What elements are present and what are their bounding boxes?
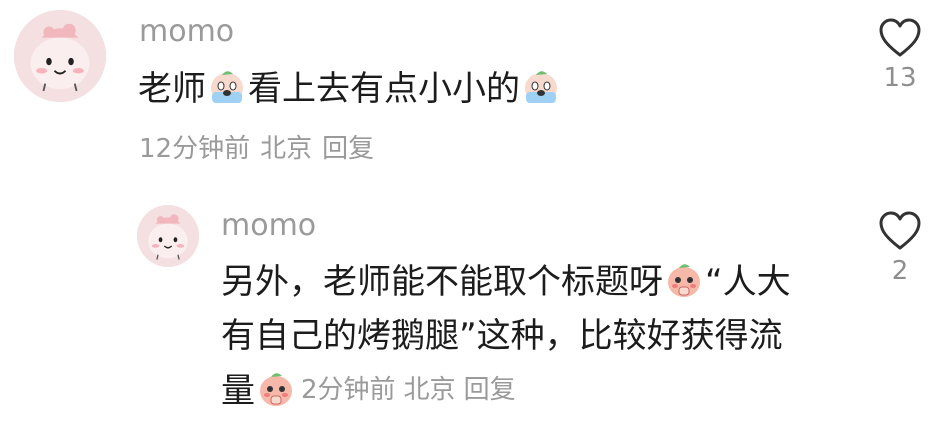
reply-text-part: 量 [221, 371, 255, 411]
crying-face-emoji-icon [207, 66, 247, 106]
avatar[interactable] [14, 10, 106, 102]
comment-text: 老师 看上去有点小小的 [138, 62, 562, 116]
like-button[interactable]: 2 [870, 210, 930, 284]
reply-text-line: 有自己的烤鹅腿”这种，比较好获得流 [221, 316, 783, 356]
heart-outline-icon [879, 18, 921, 57]
reply-text-part: 另外，老师能不能取个标题呀 [221, 262, 663, 302]
reply-text: 另外，老师能不能取个标题呀 “人大 有自己的烤鹅腿”这种，比较好获得流 量 2分… [221, 255, 841, 418]
comment-text-part: 老师 [138, 69, 206, 109]
like-button[interactable]: 13 [870, 17, 930, 91]
cartoon-peach-avatar-icon [137, 205, 199, 267]
avatar[interactable] [137, 205, 199, 267]
reply-button[interactable]: 回复 [322, 134, 374, 164]
comment-text-part: 看上去有点小小的 [248, 69, 520, 109]
crying-face-emoji-icon [521, 66, 561, 106]
comment-time: 12分钟前 [139, 134, 251, 164]
reply-username[interactable]: momo [221, 211, 316, 241]
reply-meta: 2分钟前 北京 回复 [301, 375, 524, 405]
reply-text-part: “人大 [705, 262, 791, 302]
like-count: 13 [883, 63, 917, 93]
like-count: 2 [891, 256, 909, 286]
reply-text-line: 另外，老师能不能取个标题呀 “人大 [221, 255, 841, 309]
reply-button[interactable]: 回复 [464, 375, 516, 405]
comment-username[interactable]: momo [139, 17, 234, 47]
comment-location: 北京 [260, 134, 313, 164]
comment-meta: 12分钟前 北京 回复 [139, 136, 384, 162]
pleading-peach-emoji-icon [664, 259, 704, 299]
heart-outline-icon [879, 211, 921, 250]
reply-time: 2分钟前 [301, 375, 396, 405]
reply-location: 北京 [403, 375, 456, 405]
reply-text-line: 量 2分钟前 北京 回复 [221, 363, 841, 418]
cartoon-peach-avatar-icon [14, 10, 106, 102]
pleading-peach-emoji-icon [256, 368, 296, 408]
